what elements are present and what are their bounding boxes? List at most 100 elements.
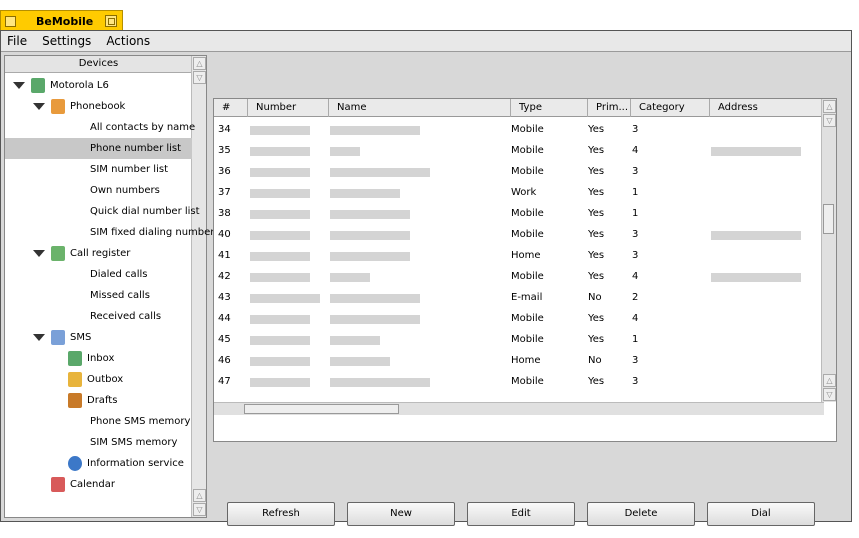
table-row[interactable]: 36 Mobile Yes 3: [214, 161, 824, 182]
tree-item-phonebook[interactable]: Phonebook: [5, 96, 192, 117]
cell-category: 4: [632, 271, 639, 282]
tree-item-received-calls[interactable]: Received calls: [5, 306, 192, 327]
redacted-name: [330, 147, 360, 156]
tree-item-motorola-l6[interactable]: Motorola L6: [5, 75, 192, 96]
tree-item-information-service[interactable]: Information service: [5, 453, 192, 474]
tree-item-label: SIM fixed dialing number: [90, 227, 215, 238]
outbox-icon: [68, 372, 82, 387]
cell-primary: Yes: [588, 376, 605, 387]
tree-item-quick-dial-number-list[interactable]: Quick dial number list: [5, 201, 200, 222]
cell-primary: No: [588, 292, 602, 303]
tree-item-call-register[interactable]: Call register: [5, 243, 192, 264]
scroll-down-arrow-icon[interactable]: ▽: [823, 114, 836, 127]
delete-button[interactable]: Delete: [587, 502, 695, 526]
expand-triangle-icon[interactable]: [13, 82, 25, 89]
cell-id: 40: [218, 229, 231, 240]
table-scroll-thumb[interactable]: [823, 204, 834, 234]
table-header: # Number Name Type Prim... Category Addr…: [214, 99, 824, 117]
redacted-number: [250, 210, 310, 219]
close-button[interactable]: [105, 15, 117, 27]
tree-item-own-numbers[interactable]: Own numbers: [5, 180, 192, 201]
redacted-number: [250, 336, 310, 345]
cell-category: 1: [632, 208, 639, 219]
app-title-tab[interactable]: BeMobile: [0, 10, 123, 31]
tree-item-inbox[interactable]: Inbox: [5, 348, 192, 369]
col-header-name[interactable]: Name: [329, 99, 511, 117]
cell-id: 43: [218, 292, 231, 303]
menu-actions[interactable]: Actions: [106, 34, 150, 48]
table-row[interactable]: 37 Work Yes 1: [214, 182, 824, 203]
table-row[interactable]: 47 Mobile Yes 3: [214, 371, 824, 392]
cell-primary: Yes: [588, 334, 605, 345]
tree-item-sim-sms-memory[interactable]: SIM SMS memory: [5, 432, 192, 453]
new-button[interactable]: New: [347, 502, 455, 526]
tree-item-sim-fixed-dialing-number[interactable]: SIM fixed dialing number: [5, 222, 214, 243]
tree-item-sim-number-list[interactable]: SIM number list: [5, 159, 192, 180]
tree-item-drafts[interactable]: Drafts: [5, 390, 192, 411]
drafts-icon: [68, 393, 82, 408]
cell-id: 34: [218, 124, 231, 135]
tree-item-sms[interactable]: SMS: [5, 327, 192, 348]
table-row[interactable]: 44 Mobile Yes 4: [214, 308, 824, 329]
cell-id: 46: [218, 355, 231, 366]
scroll-up-arrow-icon[interactable]: △: [823, 374, 836, 387]
table-row[interactable]: 40 Mobile Yes 3: [214, 224, 824, 245]
redacted-number: [250, 231, 310, 240]
menu-file[interactable]: File: [7, 34, 27, 48]
table-row[interactable]: 46 Home No 3: [214, 350, 824, 371]
expand-triangle-icon[interactable]: [33, 103, 45, 110]
table-row[interactable]: 42 Mobile Yes 4: [214, 266, 824, 287]
tree-item-outbox[interactable]: Outbox: [5, 369, 192, 390]
col-header-category[interactable]: Category: [631, 99, 710, 117]
scroll-down-arrow-icon[interactable]: ▽: [193, 503, 206, 516]
tree-item-all-contacts-by-name[interactable]: All contacts by name: [5, 117, 195, 138]
menu-settings[interactable]: Settings: [42, 34, 91, 48]
table-vertical-scrollbar[interactable]: △ ▽ △ ▽: [821, 99, 836, 402]
calendar-icon: [51, 477, 65, 492]
scroll-up-arrow-icon[interactable]: △: [823, 100, 836, 113]
table-horizontal-scrollbar[interactable]: [214, 402, 824, 415]
redacted-name: [330, 273, 370, 282]
zoom-button[interactable]: [5, 15, 16, 27]
table-row[interactable]: 41 Home Yes 3: [214, 245, 824, 266]
tree-item-phone-number-list[interactable]: Phone number list: [5, 138, 192, 159]
cell-primary: Yes: [588, 145, 605, 156]
redacted-number: [250, 315, 310, 324]
table-row[interactable]: 45 Mobile Yes 1: [214, 329, 824, 350]
tree-item-calendar[interactable]: Calendar: [5, 474, 192, 495]
scroll-down-arrow-icon[interactable]: ▽: [193, 71, 206, 84]
cell-id: 47: [218, 376, 231, 387]
table-row[interactable]: 38 Mobile Yes 1: [214, 203, 824, 224]
table-hscroll-thumb[interactable]: [244, 404, 399, 414]
table-row[interactable]: 34 Mobile Yes 3: [214, 119, 824, 140]
redacted-address: [711, 231, 801, 240]
cell-type: Mobile: [511, 124, 544, 135]
phone-icon: [31, 78, 45, 93]
scroll-up-arrow-icon[interactable]: △: [193, 489, 206, 502]
scroll-up-arrow-icon[interactable]: △: [193, 57, 206, 70]
scroll-down-arrow-icon[interactable]: ▽: [823, 388, 836, 401]
menubar: File Settings Actions: [1, 31, 851, 52]
dial-button[interactable]: Dial: [707, 502, 815, 526]
expand-triangle-icon[interactable]: [33, 250, 45, 257]
table-row[interactable]: 43 E-mail No 2: [214, 287, 824, 308]
table-row[interactable]: 35 Mobile Yes 4: [214, 140, 824, 161]
redacted-name: [330, 231, 410, 240]
col-header-address[interactable]: Address: [710, 99, 824, 117]
tree-item-dialed-calls[interactable]: Dialed calls: [5, 264, 192, 285]
tree-item-label: Own numbers: [90, 185, 160, 196]
col-header-id[interactable]: #: [214, 99, 248, 117]
tree-item-phone-sms-memory[interactable]: Phone SMS memory: [5, 411, 192, 432]
col-header-type[interactable]: Type: [511, 99, 588, 117]
tree-item-missed-calls[interactable]: Missed calls: [5, 285, 192, 306]
expand-triangle-icon[interactable]: [33, 334, 45, 341]
cell-id: 36: [218, 166, 231, 177]
cell-type: Mobile: [511, 313, 544, 324]
col-header-number[interactable]: Number: [248, 99, 329, 117]
envelope-icon: [51, 330, 65, 345]
col-header-primary[interactable]: Prim...: [588, 99, 631, 117]
edit-button[interactable]: Edit: [467, 502, 575, 526]
redacted-name: [330, 294, 420, 303]
redacted-name: [330, 378, 430, 387]
refresh-button[interactable]: Refresh: [227, 502, 335, 526]
